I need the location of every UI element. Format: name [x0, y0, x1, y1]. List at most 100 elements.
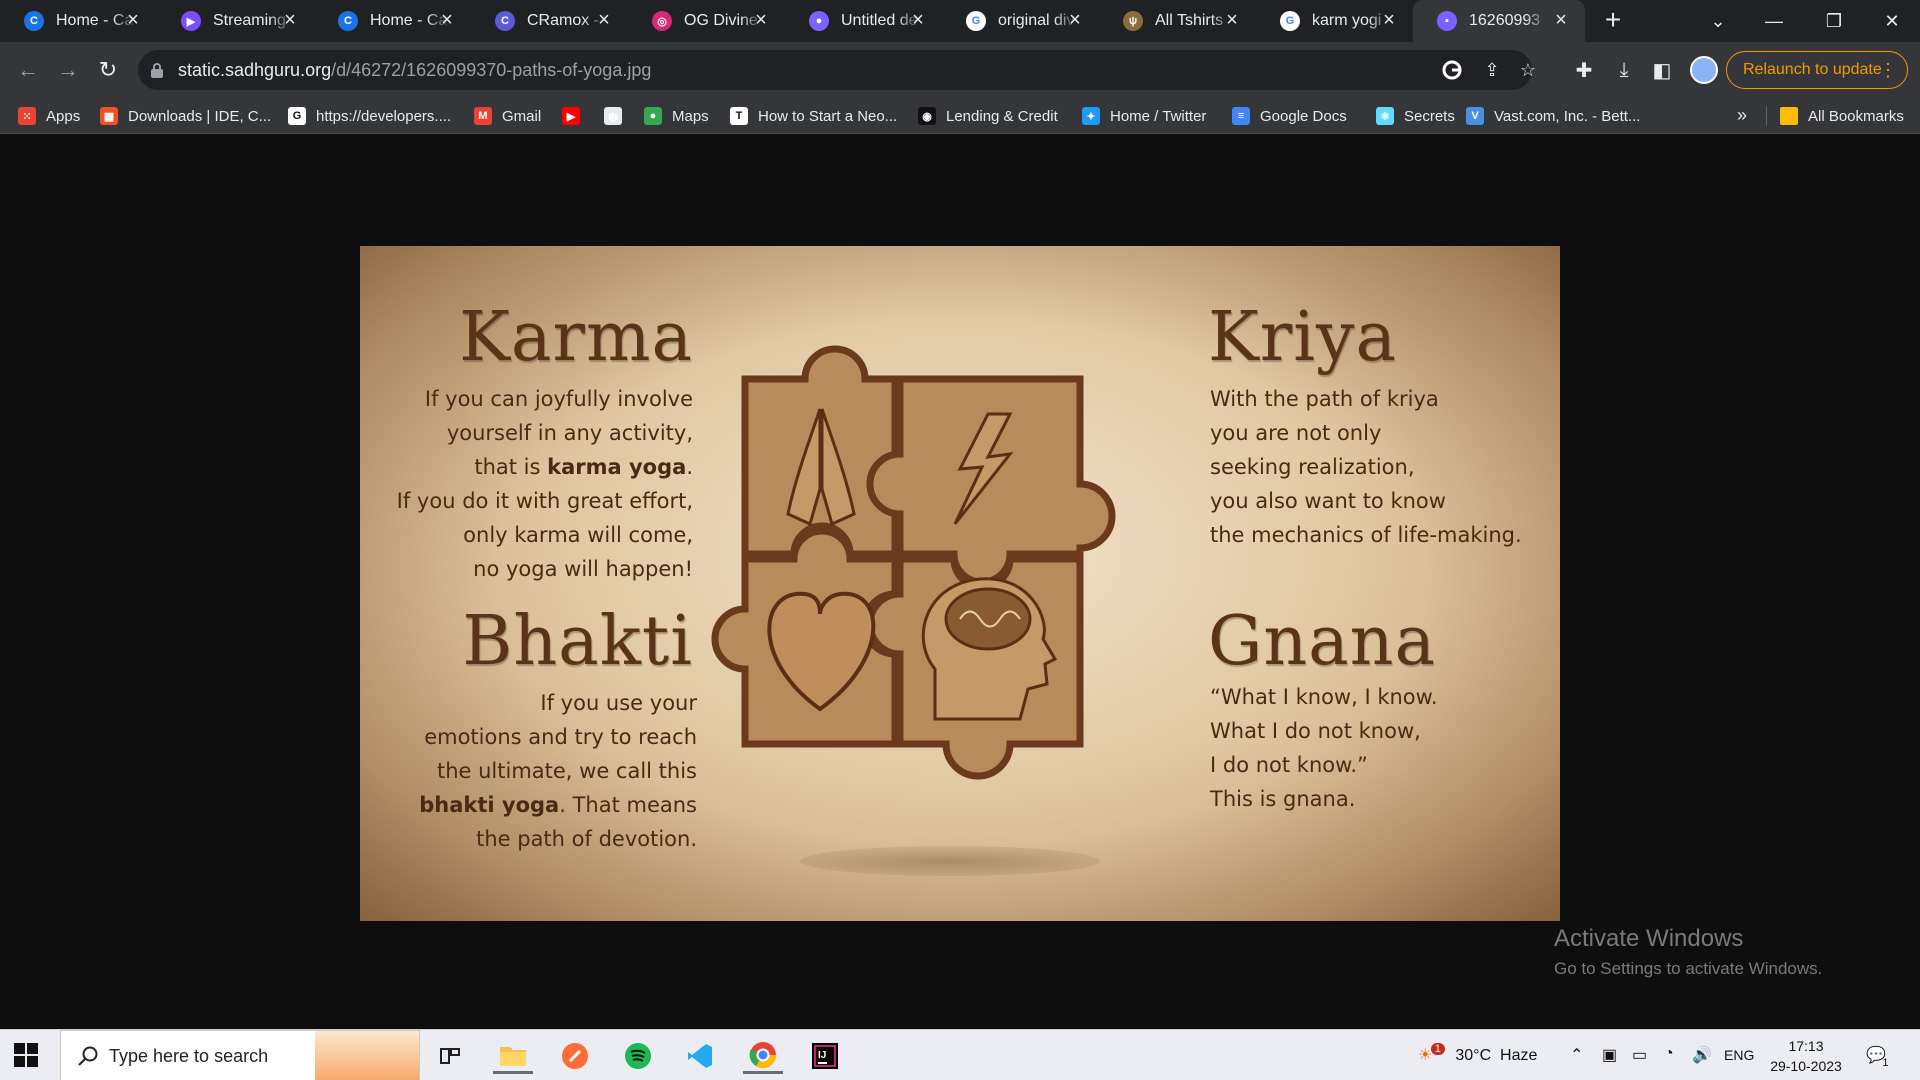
address-bar[interactable]: static.sadhguru.org/d/46272/1626099370-p… — [138, 50, 1536, 90]
all-bookmarks[interactable]: All Bookmarks — [1780, 103, 1904, 129]
bookmark-item[interactable]: ⁙ Apps — [18, 103, 80, 129]
windows-start-icon[interactable] — [14, 1043, 38, 1067]
lock-icon — [151, 63, 163, 78]
taskbar-search[interactable]: Type here to search — [60, 1030, 420, 1080]
paths-of-yoga-image[interactable]: Karma If you can joyfully involve yoursel… — [360, 246, 1560, 921]
poster-text-line: “What I know, I know. — [1210, 685, 1438, 709]
puzzle-shadow — [800, 846, 1100, 876]
new-tab-button[interactable]: + — [1598, 6, 1628, 36]
browser-tab[interactable]: ◎ OG Divine × — [628, 0, 785, 42]
bookmark-label: Gmail — [502, 107, 542, 125]
notification-center[interactable]: 💬 1 — [1866, 1045, 1897, 1069]
search-icon — [78, 1046, 98, 1066]
chrome-icon[interactable] — [743, 1038, 783, 1074]
task-view-icon[interactable] — [430, 1038, 470, 1074]
poster-text-line: the path of devotion. — [476, 827, 697, 851]
bookmark-item[interactable]: ▦ Downloads | IDE, C... — [100, 103, 271, 129]
browser-tab[interactable]: C Home - Ca × — [0, 0, 157, 42]
bookmarks-divider — [1766, 106, 1767, 126]
extensions-puzzle-icon[interactable]: ✚ — [1570, 56, 1598, 84]
language-indicator[interactable]: ENG — [1724, 1047, 1754, 1063]
bookmark-star-icon[interactable]: ☆ — [1516, 58, 1540, 82]
poster-text-line: This is gnana. — [1210, 787, 1356, 811]
bookmark-item[interactable]: ✦ Home / Twitter — [1082, 103, 1206, 129]
close-tab-icon[interactable]: × — [594, 10, 614, 30]
close-tab-icon[interactable]: × — [437, 10, 457, 30]
close-tab-icon[interactable]: × — [1379, 10, 1399, 30]
side-panel-icon[interactable]: ◧ — [1648, 56, 1676, 84]
download-icon[interactable]: ⤓ — [1610, 56, 1638, 84]
windows-taskbar: Type here to search IJ ☀ 1 30°C Haze ⌃ ▣… — [0, 1029, 1920, 1080]
close-tab-icon[interactable]: × — [280, 10, 300, 30]
vscode-icon[interactable] — [680, 1038, 720, 1074]
close-tab-icon[interactable]: × — [123, 10, 143, 30]
share-icon[interactable]: ⇪ — [1480, 58, 1504, 82]
poster-text-line: yourself in any activity, — [446, 421, 693, 445]
kriya-title: Kriya — [1208, 298, 1398, 377]
app-icon: C — [495, 11, 515, 31]
puzzle — [711, 345, 1116, 780]
relaunch-button[interactable]: Relaunch to update ⋮ — [1726, 51, 1908, 89]
canva-doc-icon: ● — [809, 11, 829, 31]
close-tab-icon[interactable]: × — [908, 10, 928, 30]
spotify-icon[interactable] — [618, 1038, 658, 1074]
forward-button[interactable]: → — [52, 54, 84, 86]
back-button[interactable]: ← — [12, 54, 44, 86]
close-tab-icon[interactable]: × — [1065, 10, 1085, 30]
apps-grid-icon: ⁙ — [18, 107, 36, 125]
bookmark-item[interactable]: ⚛ Secrets — [1376, 103, 1455, 129]
bookmark-label: Home / Twitter — [1110, 107, 1207, 125]
t-logo-icon: T — [730, 107, 748, 125]
bookmark-label: Lending & Credit — [946, 107, 1058, 125]
show-hidden-icons-chevron-icon[interactable]: ⌃ — [1570, 1045, 1583, 1065]
bookmark-item[interactable]: ≡ Google Docs — [1232, 103, 1347, 129]
battery-icon[interactable]: ▭ — [1632, 1045, 1647, 1065]
reload-button[interactable]: ↻ — [92, 54, 124, 86]
restore-button[interactable]: ❐ — [1806, 0, 1862, 42]
close-window-button[interactable]: ✕ — [1864, 0, 1920, 42]
browser-tab[interactable]: ▪ 16260993 × — [1413, 0, 1585, 42]
browser-toolbar: ← → ↻ static.sadhguru.org/d/46272/162609… — [0, 42, 1920, 98]
poster-text-line: the mechanics of life-making. — [1210, 523, 1522, 547]
clock[interactable]: 17:13 29-10-2023 — [1766, 1036, 1846, 1076]
trident-icon: ψ — [1123, 11, 1143, 31]
profile-avatar[interactable] — [1690, 56, 1718, 84]
browser-tab[interactable]: ● Untitled de × — [785, 0, 942, 42]
gnana-text: “What I know, I know. What I do not know,… — [1210, 680, 1438, 816]
volume-icon[interactable]: 🔊 — [1692, 1045, 1712, 1065]
intellij-icon[interactable]: IJ — [805, 1038, 845, 1074]
google-lens-icon[interactable] — [1440, 58, 1464, 82]
all-bookmarks-label: All Bookmarks — [1808, 107, 1904, 125]
close-tab-icon[interactable]: × — [751, 10, 771, 30]
bookmark-item[interactable]: M Gmail — [474, 103, 541, 129]
bookmark-item[interactable]: ◍ — [604, 103, 622, 129]
stream-video-icon: ▶ — [181, 11, 201, 31]
browser-tab[interactable]: ψ All Tshirts × — [1099, 0, 1256, 42]
close-tab-icon[interactable]: × — [1551, 10, 1571, 30]
browser-tab[interactable]: Gkarm yogi × — [1256, 0, 1413, 42]
meet-now-icon[interactable]: ▣ — [1602, 1045, 1617, 1065]
tab-search-chevron-icon[interactable]: ⌄ — [1690, 0, 1746, 42]
browser-tab[interactable]: C CRamox - \ × — [471, 0, 628, 42]
postman-icon[interactable] — [555, 1038, 595, 1074]
svg-text:IJ: IJ — [818, 1050, 826, 1061]
browser-tab[interactable]: C Home - Ca × — [314, 0, 471, 42]
weather-widget[interactable]: ☀ 1 30°C Haze — [1418, 1043, 1537, 1065]
poster-text-line: only karma will come, — [463, 523, 693, 547]
bookmark-item[interactable]: V Vast.com, Inc. - Bett... — [1466, 103, 1640, 129]
poster-text-line: that is karma yoga. — [474, 455, 693, 479]
poster-text-line: you are not only — [1210, 421, 1382, 445]
bookmark-item[interactable]: T How to Start a Neo... — [730, 103, 897, 129]
bookmark-item[interactable]: Ghttps://developers.... — [288, 103, 451, 129]
more-bookmarks-chevron-icon[interactable]: » — [1737, 105, 1747, 126]
browser-tab[interactable]: Goriginal div × — [942, 0, 1099, 42]
wifi-icon[interactable]: ◔ — [1664, 1045, 1674, 1063]
close-tab-icon[interactable]: × — [1222, 10, 1242, 30]
minimize-button[interactable]: — — [1746, 0, 1802, 42]
bookmark-item[interactable]: ● Maps — [644, 103, 709, 129]
bookmark-item[interactable]: ▶ — [562, 103, 580, 129]
bookmark-item[interactable]: ◉ Lending & Credit — [918, 103, 1058, 129]
browser-tab[interactable]: ▶ Streaming × — [157, 0, 314, 42]
react-icon: ⚛ — [1376, 107, 1394, 125]
file-explorer-icon[interactable] — [493, 1038, 533, 1074]
